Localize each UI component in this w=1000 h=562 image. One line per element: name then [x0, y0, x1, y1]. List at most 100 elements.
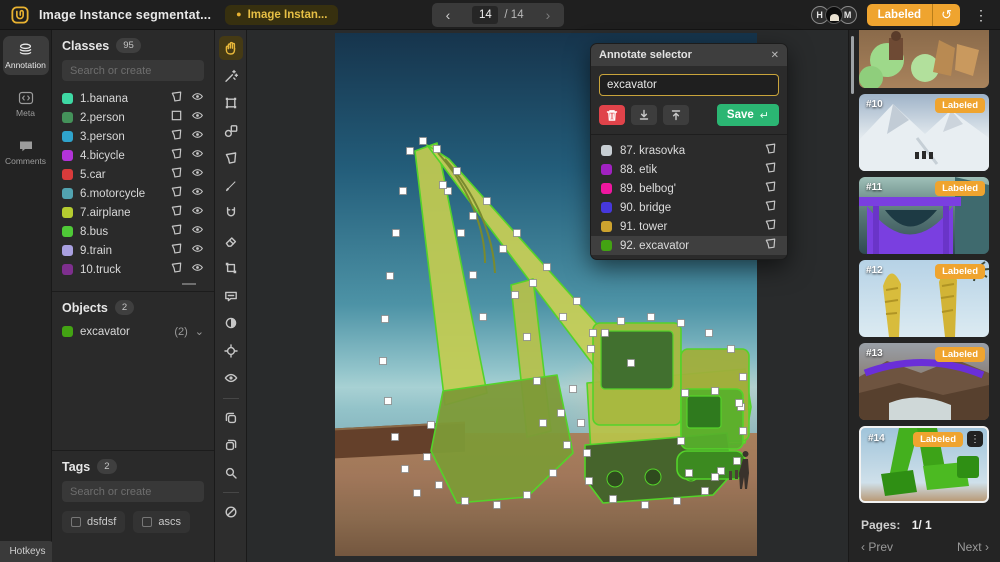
smart-wand-tool-button[interactable] [219, 64, 243, 88]
brush-tool-button[interactable] [219, 174, 243, 198]
visibility-eye-icon[interactable] [191, 109, 204, 127]
class-row[interactable]: 3.person [62, 127, 204, 146]
nav-item-comments[interactable]: Comments [3, 133, 49, 171]
polygon-shape-icon [170, 223, 183, 241]
job-tab[interactable]: ● Image Instan... [225, 5, 338, 25]
thumbnail-menu-icon[interactable]: ⋮ [967, 431, 983, 447]
magnet-lasso-tool-button[interactable] [219, 201, 243, 225]
popup-class-row[interactable]: 89. belbog' [591, 179, 787, 198]
transform-tool-button[interactable] [219, 256, 243, 280]
more-menu-icon[interactable]: ⋮ [970, 7, 992, 24]
avatar-photo[interactable] [825, 6, 843, 24]
classes-search-input[interactable] [62, 60, 204, 81]
visibility-eye-icon[interactable] [191, 128, 204, 146]
gallery-scrollbar[interactable] [851, 36, 854, 94]
comment-tool-button[interactable] [219, 284, 243, 308]
thumbnail-9[interactable] [859, 30, 989, 88]
thumbnail-14-selected[interactable]: #14 Labeled ⋮ [859, 426, 989, 503]
tags-search-input[interactable] [62, 481, 204, 502]
visibility-eye-icon[interactable] [191, 204, 204, 222]
polygon-shape-icon [170, 204, 183, 222]
history-icon[interactable]: ↺ [933, 4, 960, 26]
polygon-shape-icon [764, 199, 777, 217]
class-row[interactable]: 10.truck [62, 260, 204, 279]
pan-hand-tool-button[interactable] [219, 36, 243, 60]
bring-backward-tool-button[interactable] [219, 406, 243, 430]
thumbnail-10[interactable]: #10 Labeled [859, 94, 989, 171]
labeled-button-label: Labeled [867, 4, 932, 26]
class-row[interactable]: 9.train [62, 241, 204, 260]
nav-item-meta[interactable]: Meta [3, 85, 49, 123]
comment-tool-icon [223, 288, 239, 304]
move-down-button[interactable] [631, 105, 657, 125]
annotation-layers-icon [17, 42, 34, 57]
popup-class-row[interactable]: 88. etik [591, 160, 787, 179]
class-row[interactable]: 1.banana [62, 89, 204, 108]
shapes-tool-button[interactable] [219, 119, 243, 143]
thumbnail-12[interactable]: #12 Labeled [859, 260, 989, 337]
mask-opacity-tool-button[interactable] [219, 311, 243, 335]
next-image-arrow[interactable]: › [542, 8, 554, 22]
labeled-badge: Labeled [913, 432, 963, 447]
bring-forward-tool-button[interactable] [219, 433, 243, 457]
eraser-tool-button[interactable] [219, 229, 243, 253]
save-button[interactable]: Save ↵ [717, 104, 779, 126]
popup-class-row[interactable]: 92. excavator [591, 236, 787, 255]
next-page-button[interactable]: Next › [957, 540, 989, 554]
class-color-swatch [601, 240, 612, 251]
thumbnail-13[interactable]: #13 Labeled [859, 343, 989, 420]
tag-chip-ascs[interactable]: ascs [133, 511, 190, 533]
prev-page-button[interactable]: ‹ Prev [861, 540, 893, 554]
nav-item-annotation[interactable]: Annotation [3, 36, 49, 75]
class-name-input[interactable] [599, 74, 779, 96]
arrow-up-from-line-icon [670, 109, 682, 121]
class-name: 9.train [80, 245, 163, 257]
popup-header[interactable]: Annotate selector ✕ [591, 44, 787, 66]
close-icon[interactable]: ✕ [771, 50, 779, 61]
visibility-eye-icon[interactable] [191, 261, 204, 279]
thumbnail-11[interactable]: #11 Labeled [859, 177, 989, 254]
checkbox-icon[interactable] [71, 517, 81, 527]
labeled-button[interactable]: Labeled ↺ [867, 4, 960, 26]
visibility-eye-icon[interactable] [191, 90, 204, 108]
class-row[interactable]: 2.person [62, 108, 204, 127]
class-color-swatch [601, 183, 612, 194]
tag-chip-dsfdsf[interactable]: dsfdsf [62, 511, 125, 533]
class-name: 6.motorcycle [80, 188, 163, 200]
class-row[interactable]: 6.motorcycle [62, 184, 204, 203]
pages-indicator: Pages: 1/ 1 [861, 518, 989, 532]
visibility-eye-icon[interactable] [191, 147, 204, 165]
zoom-tool-button[interactable] [219, 461, 243, 485]
object-row-excavator[interactable]: excavator (2) ⌄ [62, 322, 204, 341]
page-number-input[interactable]: 14 [472, 6, 498, 24]
visibility-eye-icon[interactable] [191, 242, 204, 260]
point-crosshair-tool-button[interactable] [219, 339, 243, 363]
restricted-tool-button[interactable] [219, 500, 243, 524]
popup-class-row[interactable]: 91. tower [591, 217, 787, 236]
class-name: 89. belbog' [620, 183, 756, 195]
visibility-eye-icon[interactable] [191, 185, 204, 203]
labeled-badge: Labeled [935, 181, 985, 196]
arrow-down-to-line-icon [638, 109, 650, 121]
shapes-tool-icon [223, 123, 239, 139]
visibility-eye-icon[interactable] [191, 223, 204, 241]
visibility-eye-icon[interactable] [191, 166, 204, 184]
prev-image-arrow[interactable]: ‹ [442, 8, 454, 22]
checkbox-icon[interactable] [142, 517, 152, 527]
hotkeys-button[interactable]: Hotkeys [0, 541, 55, 562]
job-tab-label: Image Instan... [248, 9, 328, 21]
popup-class-row[interactable]: 90. bridge [591, 198, 787, 217]
bbox-tool-button[interactable] [219, 91, 243, 115]
class-row[interactable]: 7.airplane [62, 203, 204, 222]
delete-class-button[interactable] [599, 105, 625, 125]
polygon-tool-button[interactable] [219, 146, 243, 170]
class-row[interactable]: 8.bus [62, 222, 204, 241]
visibility-tool-button[interactable] [219, 366, 243, 390]
move-up-button[interactable] [663, 105, 689, 125]
popup-class-row[interactable]: 87. krasovka [591, 141, 787, 160]
comments-bubble-icon [18, 139, 34, 153]
class-row[interactable]: 5.car [62, 165, 204, 184]
chevron-down-icon[interactable]: ⌄ [195, 325, 204, 338]
class-row[interactable]: 4.bicycle [62, 146, 204, 165]
app-logo-icon[interactable] [11, 6, 29, 24]
